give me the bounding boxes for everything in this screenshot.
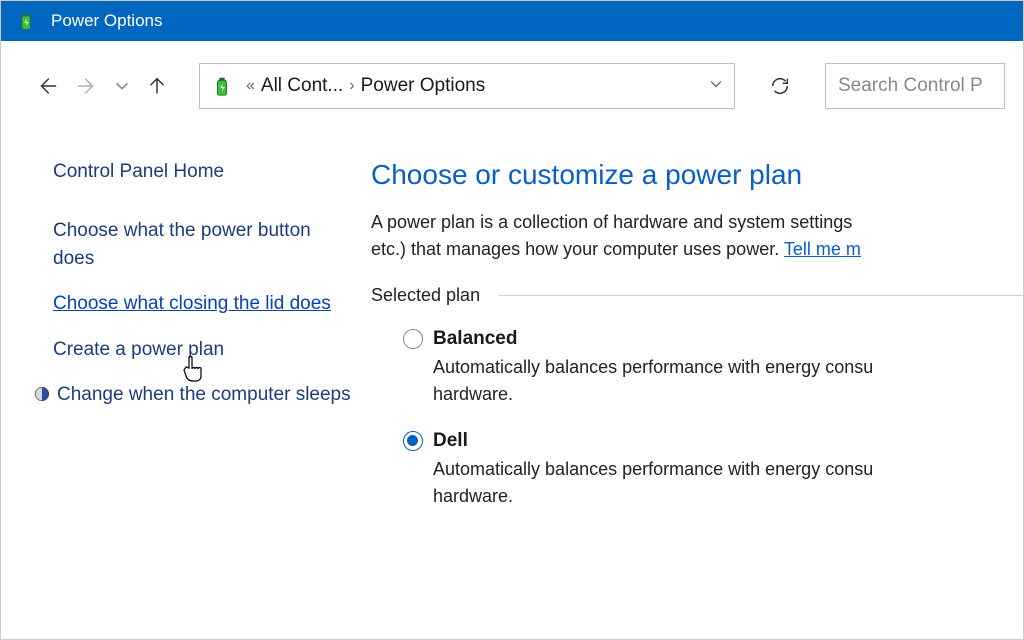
- sidebar-home-link[interactable]: Control Panel Home: [53, 161, 351, 183]
- sidebar-link-closing-lid[interactable]: Choose what closing the lid does: [53, 290, 351, 318]
- section-selected-plan: Selected plan: [371, 285, 1023, 306]
- chevron-right-icon: ›: [349, 77, 354, 95]
- forward-button[interactable]: [71, 70, 103, 102]
- page-description: A power plan is a collection of hardware…: [371, 209, 1023, 263]
- radio-dell[interactable]: [403, 431, 423, 451]
- window-title: Power Options: [51, 11, 163, 31]
- plan-desc-balanced: Automatically balances performance with …: [433, 354, 1023, 408]
- search-placeholder: Search Control P: [838, 75, 983, 97]
- breadcrumb[interactable]: « All Cont... › Power Options: [199, 63, 735, 109]
- up-button[interactable]: [141, 70, 173, 102]
- refresh-button[interactable]: [757, 63, 803, 109]
- plan-desc-dell: Automatically balances performance with …: [433, 456, 1023, 510]
- tell-me-more-link[interactable]: Tell me m: [784, 239, 861, 259]
- recent-locations-dropdown[interactable]: [111, 70, 133, 102]
- breadcrumb-dropdown[interactable]: [706, 74, 726, 98]
- plan-dell: Dell Automatically balances performance …: [403, 430, 1023, 510]
- sidebar-link-computer-sleeps[interactable]: Change when the computer sleeps: [57, 381, 351, 409]
- breadcrumb-prev-icon[interactable]: «: [246, 77, 255, 95]
- battery-icon: [15, 10, 37, 32]
- sidebar: Control Panel Home Choose what the power…: [31, 131, 371, 510]
- main-content: Choose or customize a power plan A power…: [371, 131, 1023, 510]
- radio-balanced[interactable]: [403, 329, 423, 349]
- back-button[interactable]: [31, 70, 63, 102]
- plan-name-dell[interactable]: Dell: [433, 430, 468, 452]
- shield-icon: [31, 385, 53, 403]
- toolbar: « All Cont... › Power Options Search Con…: [1, 41, 1023, 131]
- page-title: Choose or customize a power plan: [371, 159, 1023, 191]
- search-input[interactable]: Search Control P: [825, 63, 1005, 109]
- sidebar-link-power-button[interactable]: Choose what the power button does: [53, 217, 351, 272]
- section-label: Selected plan: [371, 285, 480, 306]
- divider: [498, 295, 1023, 296]
- sidebar-link-create-plan[interactable]: Create a power plan: [53, 336, 351, 364]
- plan-balanced: Balanced Automatically balances performa…: [403, 328, 1023, 408]
- plan-name-balanced[interactable]: Balanced: [433, 328, 517, 350]
- breadcrumb-segment-all-control[interactable]: All Cont...: [261, 75, 343, 97]
- battery-icon: [208, 72, 236, 100]
- titlebar: Power Options: [1, 1, 1023, 41]
- breadcrumb-segment-power-options[interactable]: Power Options: [361, 75, 486, 97]
